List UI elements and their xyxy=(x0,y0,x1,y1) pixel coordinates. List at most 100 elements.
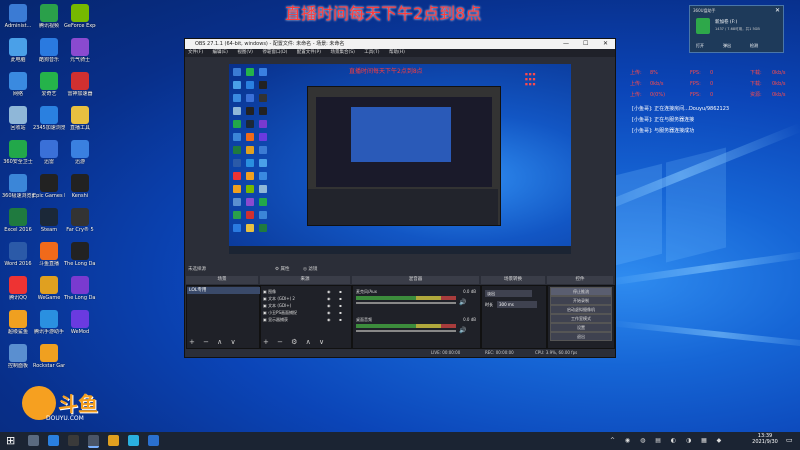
desktop-volume-slider[interactable] xyxy=(356,330,456,332)
eye-icon[interactable]: ◉ xyxy=(327,288,331,295)
obs-window[interactable]: OBS 27.1.1 (64-bit, windows) - 配置文件: 未命名… xyxy=(184,38,616,358)
menu-scene-collection[interactable]: 场景集合(S) xyxy=(330,50,354,55)
source-item[interactable]: ▣ 文本 (GDI+) ◉ ▪ xyxy=(263,302,349,309)
desktop-icon[interactable]: 360极速浏览器 xyxy=(2,174,34,199)
desktop-icon[interactable]: 腾讯手游助手 xyxy=(33,310,65,335)
studio-mode-button[interactable]: 工作室模式 xyxy=(550,314,612,323)
desktop-icon[interactable]: 迅雷 xyxy=(33,140,65,165)
source-item[interactable]: ▣ 显示器捕获 ◉ ▪ xyxy=(263,316,349,323)
obs-title-bar[interactable]: OBS 27.1.1 (64-bit, windows) - 配置文件: 未命名… xyxy=(185,39,615,49)
notif-close-icon[interactable]: ✕ xyxy=(775,7,780,14)
desktop-icon[interactable]: Word 2016 xyxy=(2,242,34,267)
menu-view[interactable]: 视图(V) xyxy=(237,50,253,55)
taskbar-app-icon[interactable] xyxy=(148,435,159,446)
lock-icon[interactable]: ▪ xyxy=(339,295,342,302)
desktop-icon[interactable]: 元气骑士 xyxy=(64,38,96,63)
desktop-icon[interactable]: 360安全卫士 xyxy=(2,140,34,165)
menu-file[interactable]: 文件(F) xyxy=(188,50,203,55)
filters-button[interactable]: ◎ 滤镜 xyxy=(303,265,317,274)
desktop-icon[interactable]: 腾讯视频 xyxy=(33,4,65,29)
preview-desktop-icon xyxy=(259,107,267,115)
desktop-icon[interactable]: Epic Games Launcher xyxy=(33,174,65,199)
desktop-icon[interactable]: The Long Dark (Re... xyxy=(64,276,96,301)
obs-preview[interactable]: 直播时间每天下午2点到8点 ■ ■ ■ ■ ■ ■ ■ ■ ■ xyxy=(229,64,571,254)
menu-profile[interactable]: 配置文件(P) xyxy=(297,50,321,55)
menu-edit[interactable]: 编辑(E) xyxy=(213,50,228,55)
scene-controls[interactable]: + − ∧ ∨ xyxy=(189,339,239,346)
desktop-icon[interactable]: 迅游 xyxy=(64,140,96,165)
desktop-icon[interactable]: 斗鱼直播 xyxy=(33,242,65,267)
preview-desktop-icon xyxy=(233,146,241,154)
start-recording-button[interactable]: 开始录制 xyxy=(550,296,612,305)
desktop-icon[interactable]: Kenshi xyxy=(64,174,96,199)
menu-help[interactable]: 帮助(H) xyxy=(389,50,405,55)
lock-icon[interactable]: ▪ xyxy=(339,302,342,309)
notif-check-button[interactable]: 检测 xyxy=(750,43,758,49)
desktop-speaker-icon[interactable]: 🔊 xyxy=(459,327,466,334)
stream-log-line: [小鱼哥]: 正在连接房间...Douyu/9862123 xyxy=(632,106,730,112)
scene-item[interactable]: LOL专用 xyxy=(187,287,261,294)
desktop-icon[interactable]: 超级鲨鱼 xyxy=(2,310,34,335)
menu-tools[interactable]: 工具(T) xyxy=(364,50,379,55)
desktop-icon[interactable]: 此电脑 xyxy=(2,38,34,63)
close-icon[interactable]: ✕ xyxy=(603,39,608,49)
notif-open-button[interactable]: 打开 xyxy=(696,43,704,49)
desktop-icon[interactable]: Far Cry® 5 xyxy=(64,208,96,233)
no-source-label: 未选择源 xyxy=(188,267,206,272)
duration-input[interactable]: 300 ms xyxy=(497,301,537,308)
taskbar-app-icon[interactable] xyxy=(28,435,39,446)
sources-dock: ▣ 图像 ◉ ▪ ▣ 文本 (GDI+) 2 ◉ ▪ ▣ 文本 (GDI+) ◉ ▪ ▣ 小丑PS… xyxy=(260,285,352,349)
system-tray-icons[interactable]: ^ ◉ ◍ ▤ ◐ ◑ ▦ ◆ xyxy=(610,437,725,444)
desktop-icon[interactable]: The Long Dark xyxy=(64,242,96,267)
desktop-icon[interactable]: 腾讯QQ xyxy=(2,276,34,301)
properties-button[interactable]: ⚙ 属性 xyxy=(275,265,289,274)
settings-button[interactable]: 设置 xyxy=(550,323,612,332)
menu-docks[interactable]: 停靠窗口(D) xyxy=(262,50,287,55)
taskbar-app-icon[interactable] xyxy=(108,435,119,446)
start-button[interactable]: ⊞ xyxy=(6,435,17,446)
desktop-icon[interactable]: WeMod xyxy=(64,310,96,335)
notification-center-icon[interactable]: ▭ xyxy=(786,436,793,444)
desktop-icon[interactable]: 爱奇艺 xyxy=(33,72,65,97)
desktop-icon[interactable]: Administ... xyxy=(2,4,34,29)
desktop-icon[interactable]: 2345加速浏览器 xyxy=(33,106,65,131)
minimize-icon[interactable]: — xyxy=(563,39,569,49)
mic-speaker-icon[interactable]: 🔊 xyxy=(459,299,466,306)
eye-icon[interactable]: ◉ xyxy=(327,302,331,309)
source-controls[interactable]: + − ⚙ ∧ ∨ xyxy=(263,339,327,346)
exit-button[interactable]: 退出 xyxy=(550,332,612,341)
transition-select[interactable]: 淡出 xyxy=(485,290,532,297)
preview-desktop-icon xyxy=(246,211,254,219)
notif-eject-button[interactable]: 弹出 xyxy=(723,43,731,49)
mic-volume-slider[interactable] xyxy=(356,302,456,304)
desktop-icon[interactable]: 酷狗音乐 xyxy=(33,38,65,63)
desktop-icon[interactable]: 雷神加速器 xyxy=(64,72,96,97)
taskbar-obs-icon[interactable] xyxy=(88,435,99,448)
lock-icon[interactable]: ▪ xyxy=(339,288,342,295)
taskbar-clock[interactable]: 13:39 2021/9/30 xyxy=(747,433,783,445)
desktop-icon[interactable]: GeForce Experience xyxy=(64,4,96,29)
eye-icon[interactable]: ◉ xyxy=(327,295,331,302)
desktop-icon[interactable]: WeGame xyxy=(33,276,65,301)
source-item[interactable]: ▣ 文本 (GDI+) 2 ◉ ▪ xyxy=(263,295,349,302)
start-virtual-camera-button[interactable]: 启动虚拟摄像机 xyxy=(550,305,612,314)
desktop-icon[interactable]: Steam xyxy=(33,208,65,233)
source-item[interactable]: ▣ 小丑PS画面捕捉 ◉ ▪ xyxy=(263,309,349,316)
transitions-dock-header: 场景转换 xyxy=(481,276,545,284)
lock-icon[interactable]: ▪ xyxy=(339,316,342,323)
taskbar-app-icon[interactable] xyxy=(128,435,139,446)
desktop-icon[interactable]: 直播工具 xyxy=(64,106,96,131)
lock-icon[interactable]: ▪ xyxy=(339,309,342,316)
taskbar-app-icon[interactable] xyxy=(68,435,79,446)
desktop-icon[interactable]: 控制面板 xyxy=(2,344,34,369)
source-item[interactable]: ▣ 图像 ◉ ▪ xyxy=(263,288,349,295)
maximize-icon[interactable]: ☐ xyxy=(583,39,588,49)
desktop-icon[interactable]: 回收站 xyxy=(2,106,34,131)
taskbar-app-icon[interactable] xyxy=(48,435,59,446)
desktop-icon[interactable]: 网络 xyxy=(2,72,34,97)
stop-streaming-button[interactable]: 停止推流 xyxy=(550,287,612,296)
eye-icon[interactable]: ◉ xyxy=(327,309,331,316)
eye-icon[interactable]: ◉ xyxy=(327,316,331,323)
desktop-icon[interactable]: Excel 2016 xyxy=(2,208,34,233)
desktop-icon[interactable]: Rockstar Games... xyxy=(33,344,65,369)
